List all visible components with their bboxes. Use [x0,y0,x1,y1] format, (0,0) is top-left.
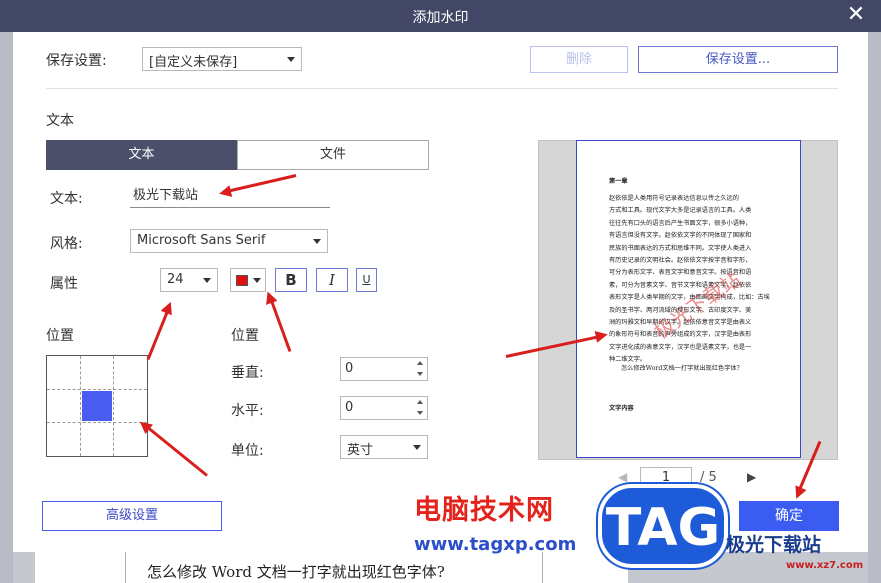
watermark-text-value: 极光下载站 [133,188,199,203]
increment-icon[interactable] [417,361,423,365]
horizontal-input[interactable]: 0 [340,396,428,420]
color-picker[interactable] [230,268,266,292]
site-watermark-title: 电脑技术网 [414,495,554,526]
unit-label: 单位: [231,443,264,459]
preview-paragraph-line: 方式和工具。现代文字大多是记录语言的工具。人类 [609,207,752,215]
jiguang-logo-text: 极光下载站 [726,534,822,556]
preview-question: 怎么修改Word文档一打字就出现红色字体？ [621,365,743,372]
grid-line [47,389,147,390]
preview-paragraph-line: 民族的书面表达的方式和思维不同。文字使人类进入 [609,244,752,252]
vertical-input[interactable]: 0 [340,357,428,381]
unit-value: 英寸 [347,443,374,458]
delete-button[interactable]: 删除 [530,46,628,73]
preview-page: 第一章 赵依依是人类用符号记录表达信息以传之久远的方式和工具。现代文字大多是记录… [576,140,801,458]
preview-chapter: 第一章 [609,178,628,185]
preview-paragraph-line: 有历史记录的文明社会。赵依依文字按字音和字形， [609,257,752,265]
font-value: Microsoft Sans Serif [137,233,266,248]
vertical-value: 0 [345,361,354,376]
save-settings-value: [自定义未保存] [149,55,238,70]
chevron-down-icon [287,57,295,62]
text-label: 文本: [50,191,83,207]
italic-button[interactable]: I [316,268,348,292]
advanced-settings-button[interactable]: 高级设置 [42,501,222,531]
bold-button[interactable]: B [275,268,307,292]
text-section-heading: 文本 [46,113,74,129]
position-grid[interactable] [46,355,148,457]
horizontal-value: 0 [345,400,354,415]
font-size-dropdown[interactable]: 24 [160,268,218,292]
chevron-down-icon [253,278,261,283]
preview-paragraph: 赵依依是人类用符号记录表达信息以传之久远的方式和工具。现代文字大多是记录语言的工… [609,193,774,367]
preview-paragraph-line: 赵依依是人类用符号记录表达信息以传之久远的 [609,195,739,202]
font-dropdown[interactable]: Microsoft Sans Serif [130,229,328,253]
prev-page-icon[interactable]: ◀ [618,470,627,484]
vertical-label: 垂直: [231,365,264,381]
close-icon[interactable]: ✕ [844,2,868,28]
background-document: 怎么修改 Word 文档一打字就出现红色字体? [35,552,628,583]
preview-footer: 文字内容 [609,405,634,412]
background-doc-text: 怎么修改 Word 文档一打字就出现红色字体? [147,563,445,581]
page-current: 1 [661,470,671,485]
unit-dropdown[interactable]: 英寸 [340,435,428,459]
style-label: 风格: [50,236,83,252]
horizontal-label: 水平: [231,403,264,419]
preview-paragraph-line: 的象形符号和表音的声旁组成的文字，汉字是由表形 [609,331,752,339]
ok-button[interactable]: 确定 [739,501,839,531]
chevron-down-icon [203,278,211,283]
right-border-strip [868,32,881,583]
preview-paragraph-line: 往往先有口头的语言后产生书面文字，很多小语种， [609,219,752,227]
position-fields-heading: 位置 [231,328,259,344]
preview-paragraph-line: 有语言但没有文字。赵依依文字的不同体现了国家和 [609,232,752,240]
jiguang-logo-url: www.xz7.com [786,560,864,571]
save-settings-dropdown[interactable]: [自定义未保存] [142,47,302,71]
grid-line [80,356,81,456]
chevron-down-icon [313,239,321,244]
decrement-icon[interactable] [417,411,423,415]
chevron-down-icon [413,445,421,450]
divider [46,88,838,89]
left-border-strip [0,32,13,583]
grid-line [113,356,114,456]
decrement-icon[interactable] [417,372,423,376]
selected-position-cell[interactable] [82,391,112,421]
save-settings-label: 保存设置: [46,53,107,69]
position-grid-heading: 位置 [46,328,74,344]
preview-paragraph-line: 文字进化成的表意文字，汉字也是语素文字，也是一 [609,343,752,351]
underline-button[interactable]: U [356,268,377,292]
site-watermark-url: www.tagxp.com [414,534,577,555]
next-page-icon[interactable]: ▶ [747,470,756,484]
grid-line [47,422,147,423]
color-swatch [236,275,248,286]
save-settings-button[interactable]: 保存设置... [638,46,838,73]
page-total: / 5 [700,470,717,485]
attributes-label: 属性 [50,276,78,292]
tab-text[interactable]: 文本 [46,140,237,170]
preview-paragraph-line: 可分为表形文字、表音文字和意音文字。按语音和语 [609,269,752,277]
font-size-value: 24 [167,272,184,287]
tag-logo: TAG [598,484,728,568]
increment-icon[interactable] [417,400,423,404]
dialog-titlebar: 添加水印 ✕ [0,0,881,32]
dialog-title: 添加水印 [412,10,469,26]
tab-file[interactable]: 文件 [237,140,429,170]
